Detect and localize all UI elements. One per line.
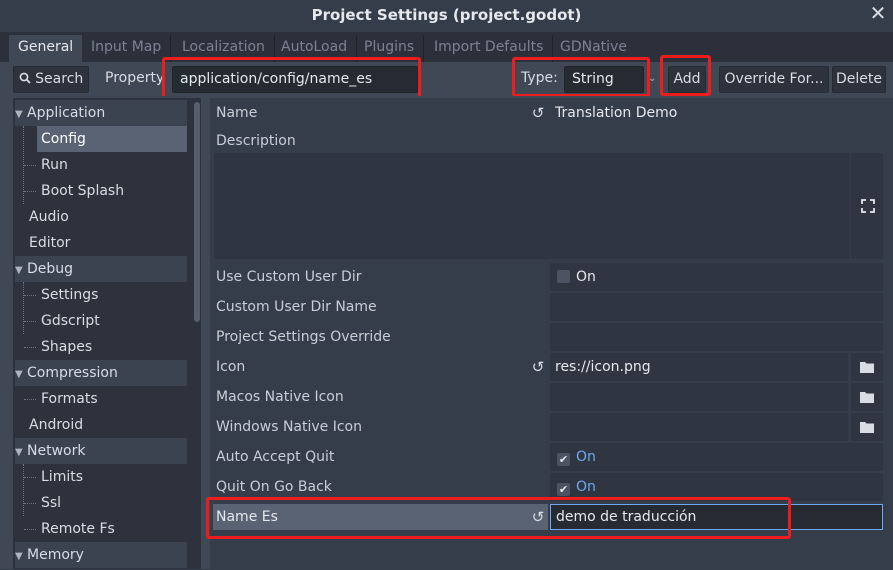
- checkbox-unchecked[interactable]: [557, 270, 570, 283]
- chevron-down-icon[interactable]: ▼: [15, 362, 27, 388]
- tree-item-limits[interactable]: Limits: [41, 464, 83, 490]
- tree-item-memory[interactable]: ▼ Memory: [15, 542, 187, 568]
- tree-item-label: Network: [27, 443, 86, 459]
- search-icon: [19, 72, 31, 84]
- add-button-highlight: [660, 55, 711, 96]
- tree-guide: [23, 282, 24, 334]
- chevron-down-icon[interactable]: ▼: [15, 440, 27, 466]
- property-label: Property:: [105, 70, 163, 86]
- prop-macos-native-icon-label: Macos Native Icon: [216, 389, 344, 405]
- prop-use-custom-user-dir-text: On: [576, 269, 596, 285]
- name-es-highlight: [206, 497, 791, 539]
- tree-item-network[interactable]: ▼ Network: [15, 438, 187, 464]
- search-button[interactable]: Search: [13, 66, 89, 93]
- prop-use-custom-user-dir-value[interactable]: On: [550, 263, 883, 291]
- tree-scrollbar-thumb[interactable]: [194, 102, 200, 322]
- prop-custom-user-dir-name-value[interactable]: [550, 293, 883, 321]
- tree-guide: [24, 295, 36, 296]
- folder-icon[interactable]: [851, 383, 883, 411]
- delete-button[interactable]: Delete: [832, 66, 886, 93]
- tab-general[interactable]: General: [9, 35, 83, 62]
- tree-item-label: Debug: [27, 261, 74, 277]
- tree-item-compression[interactable]: ▼ Compression: [15, 360, 187, 386]
- tree-item-android[interactable]: Android: [29, 412, 83, 438]
- tree-item-debug[interactable]: ▼ Debug: [15, 256, 187, 282]
- prop-icon-label: Icon: [216, 359, 246, 375]
- chevron-down-icon[interactable]: ▼: [15, 544, 27, 570]
- tree-item-shapes[interactable]: Shapes: [41, 334, 92, 360]
- prop-name-label: Name: [216, 105, 258, 121]
- tree-item-formats[interactable]: Formats: [41, 386, 98, 412]
- tree-item-gdscript[interactable]: Gdscript: [41, 308, 100, 334]
- prop-macos-native-icon-value[interactable]: [550, 383, 848, 411]
- prop-project-settings-override-value[interactable]: [550, 323, 883, 351]
- expand-icon[interactable]: [860, 198, 876, 214]
- tree-item-audio[interactable]: Audio: [29, 204, 69, 230]
- prop-description-textarea[interactable]: [214, 153, 850, 259]
- prop-auto-accept-quit-value[interactable]: ✔ On: [550, 443, 883, 471]
- tree-item-boot-splash[interactable]: Boot Splash: [41, 178, 124, 204]
- tree-guide: [24, 399, 36, 400]
- tab-input-map[interactable]: Input Map: [82, 35, 172, 62]
- prop-quit-on-go-back-text: On: [576, 479, 596, 495]
- prop-description-label: Description: [216, 133, 296, 149]
- tree-guide: [24, 165, 36, 166]
- prop-windows-native-icon-label: Windows Native Icon: [216, 419, 362, 435]
- tree-item-label: Compression: [27, 365, 118, 381]
- tree-item-settings[interactable]: Settings: [41, 282, 98, 308]
- tree-item-config[interactable]: Config: [37, 126, 187, 152]
- chevron-down-icon[interactable]: ▼: [15, 258, 27, 284]
- type-highlight: [512, 57, 650, 97]
- tree-item-label: Application: [27, 105, 106, 121]
- folder-icon[interactable]: [851, 413, 883, 441]
- search-button-label: Search: [35, 71, 84, 87]
- prop-auto-accept-quit-label: Auto Accept Quit: [216, 449, 335, 465]
- tree-item-application[interactable]: ▼ Application: [15, 100, 187, 126]
- tree-item-remote-fs[interactable]: Remote Fs: [41, 516, 115, 542]
- property-input-highlight: [162, 57, 421, 101]
- prop-use-custom-user-dir-label: Use Custom User Dir: [216, 269, 362, 285]
- check-icon[interactable]: ✔: [557, 483, 570, 496]
- tree-guide: [24, 347, 36, 348]
- tree-guide: [24, 529, 36, 530]
- chevron-down-icon[interactable]: ▼: [15, 102, 27, 128]
- tree-guide: [24, 321, 36, 322]
- folder-icon[interactable]: [851, 353, 883, 381]
- window-title: Project Settings (project.godot): [0, 0, 893, 32]
- prop-name-value[interactable]: Translation Demo: [550, 99, 883, 127]
- tree-guide: [24, 503, 36, 504]
- tree-guide: [24, 191, 36, 192]
- prop-windows-native-icon-value[interactable]: [550, 413, 848, 441]
- prop-project-settings-override-label: Project Settings Override: [216, 329, 391, 345]
- close-icon[interactable]: ✕: [865, 0, 891, 28]
- tree-item-label: Memory: [27, 547, 84, 563]
- revert-icon[interactable]: ↺: [528, 99, 548, 127]
- tree-item-ssl[interactable]: Ssl: [41, 490, 61, 516]
- tree-guide: [23, 464, 24, 516]
- tree-guide: [24, 477, 36, 478]
- tree-item-run[interactable]: Run: [41, 152, 68, 178]
- prop-auto-accept-quit-text: On: [576, 449, 596, 465]
- check-icon[interactable]: ✔: [557, 453, 570, 466]
- prop-icon-value[interactable]: res://icon.png: [550, 353, 848, 381]
- revert-icon[interactable]: ↺: [528, 353, 548, 381]
- override-for-button[interactable]: Override For...: [719, 66, 829, 93]
- prop-custom-user-dir-name-label: Custom User Dir Name: [216, 299, 377, 315]
- tree-item-editor[interactable]: Editor: [29, 230, 70, 256]
